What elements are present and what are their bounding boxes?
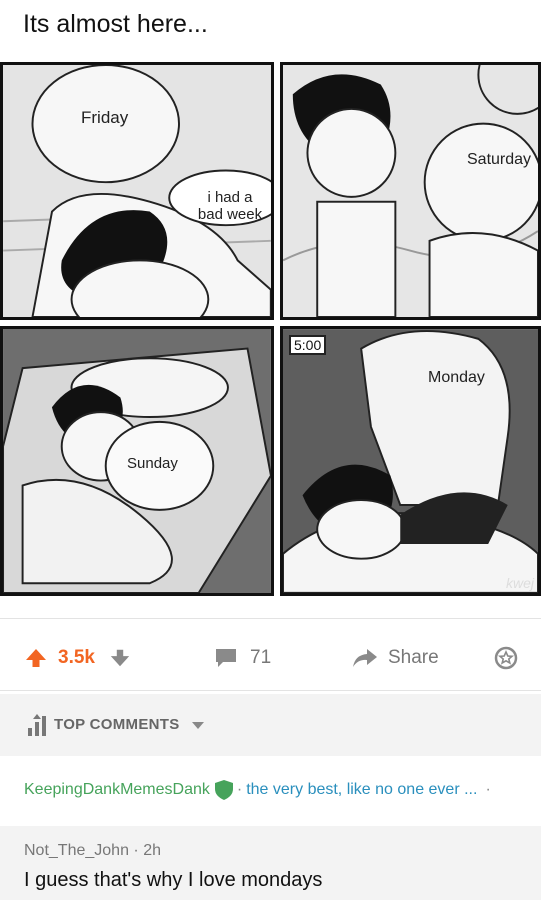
comic-panel-monday: 5:00 Monday kwej xyxy=(280,326,541,596)
comment-author[interactable]: Not_The_John xyxy=(24,842,129,859)
top-comments-sort[interactable]: TOP COMMENTS xyxy=(0,694,541,756)
comic-panel-saturday: Saturday xyxy=(280,62,541,320)
chevron-down-icon xyxy=(192,722,204,729)
comic-image: Friday i had a bad week Saturday Sunday xyxy=(0,62,541,598)
comments-button[interactable]: 71 xyxy=(214,634,271,682)
comic-panel-friday: Friday i had a bad week xyxy=(0,62,274,320)
saturday-label: Saturday xyxy=(467,151,532,168)
share-arrow-icon xyxy=(353,649,377,667)
shield-icon xyxy=(214,780,233,800)
award-icon xyxy=(494,646,518,670)
comment-meta: Not_The_John · 2h xyxy=(24,842,161,860)
panel-monday-art xyxy=(283,329,538,593)
speech-bubble-text: i had a bad week xyxy=(197,189,263,223)
flair-username[interactable]: KeepingDankMemesDank xyxy=(24,781,210,799)
comment-item: Not_The_John · 2h I guess that's why I l… xyxy=(0,826,541,900)
friday-label: Friday xyxy=(81,108,129,127)
comic-panel-sunday: Sunday xyxy=(0,326,274,596)
sort-bars-icon xyxy=(28,714,46,736)
comment-text: I guess that's why I love mondays xyxy=(24,869,323,891)
flair-row[interactable]: KeepingDankMemesDank · the very best, li… xyxy=(0,766,541,814)
flair-text: the very best, like no one ever ... xyxy=(246,781,478,798)
upvote-arrow-icon[interactable] xyxy=(24,646,48,670)
comment-count: 71 xyxy=(250,647,272,668)
comment-age: 2h xyxy=(143,842,161,859)
monday-label: Monday xyxy=(428,369,485,386)
vote-count: 3.5k xyxy=(58,647,95,668)
more-dot: · xyxy=(485,781,491,798)
artist-watermark: kwej xyxy=(505,575,534,591)
top-comments-label: TOP COMMENTS xyxy=(54,716,180,733)
share-button[interactable]: Share xyxy=(352,634,439,682)
post-title: Its almost here... xyxy=(23,10,208,38)
vote-group: 3.5k xyxy=(24,634,131,682)
comment-bubble-icon xyxy=(216,649,236,667)
share-label: Share xyxy=(388,647,439,668)
sunday-label: Sunday xyxy=(127,455,178,472)
award-button[interactable] xyxy=(494,634,518,682)
post-action-bar: 3.5k 71 Share xyxy=(0,634,541,682)
downvote-arrow-icon[interactable] xyxy=(109,647,131,669)
flair-dot: · xyxy=(236,781,243,798)
meta-dot: · xyxy=(133,842,144,859)
clock-label: 5:00 xyxy=(289,335,327,355)
panel-saturday-art xyxy=(283,65,538,317)
